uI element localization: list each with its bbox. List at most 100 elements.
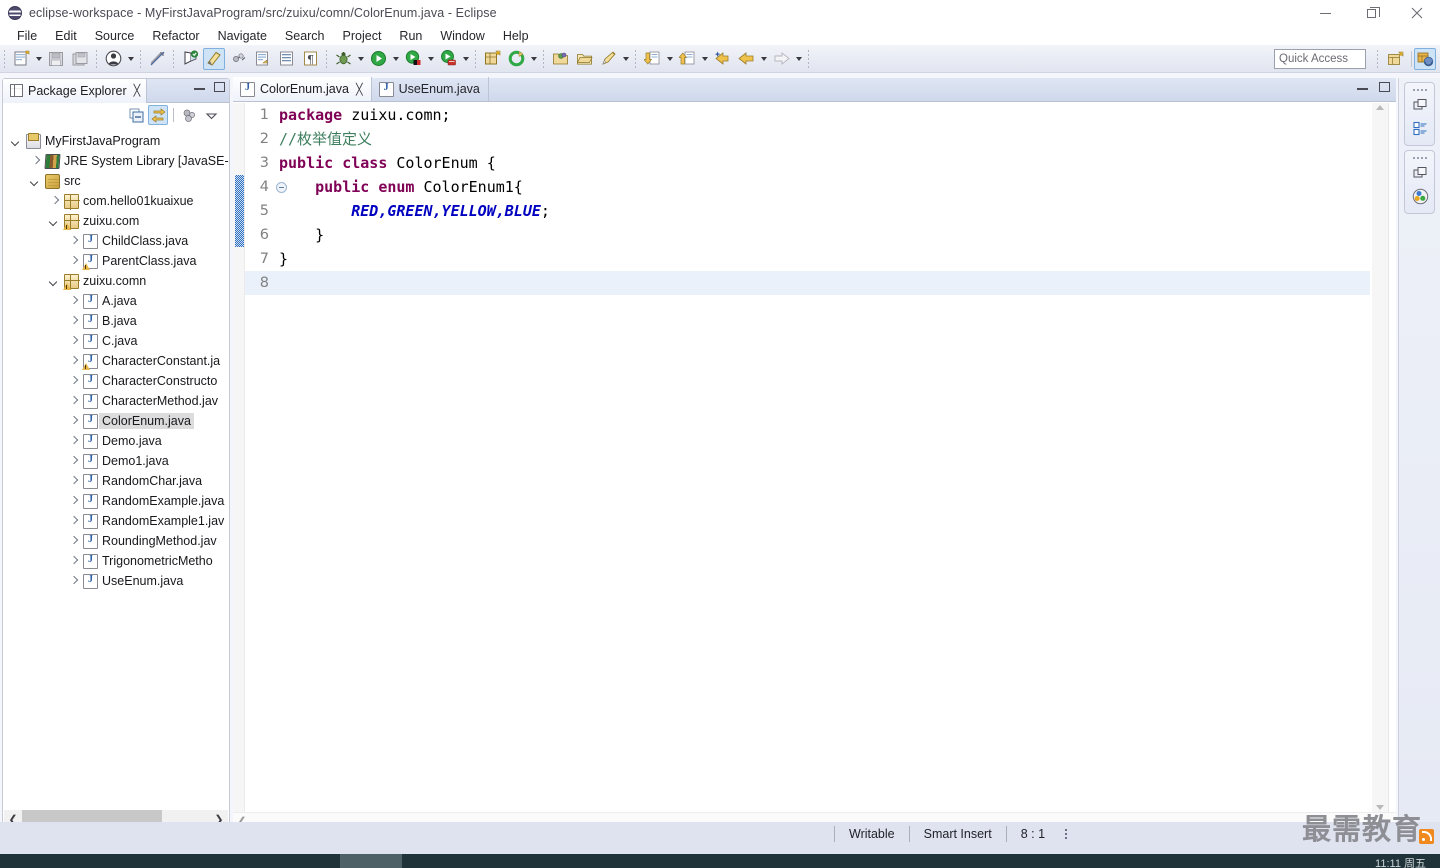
close-button[interactable]: [1394, 0, 1440, 26]
person-icon[interactable]: [102, 48, 124, 70]
scroll-up-icon[interactable]: [1376, 105, 1384, 110]
coverage-dropdown-arrow[interactable]: [425, 48, 436, 70]
view-minimize-icon[interactable]: [194, 82, 205, 91]
previous-annotation-dropdown-arrow[interactable]: [699, 48, 710, 70]
view-close-icon[interactable]: ╳: [134, 84, 141, 97]
open-folder-icon[interactable]: [549, 48, 571, 70]
minimize-button[interactable]: [1302, 0, 1348, 26]
previous-annotation-icon[interactable]: [676, 48, 698, 70]
restore-icon[interactable]: [1405, 162, 1435, 184]
open-folder2-icon[interactable]: [573, 48, 595, 70]
code-line[interactable]: 1 package zuixu.comn;: [245, 103, 1370, 127]
collapse-all-icon[interactable]: [126, 105, 146, 125]
tree-item-b-java[interactable]: B.java: [3, 311, 229, 331]
fold-collapse-icon[interactable]: [276, 181, 287, 193]
pencil-dropdown-arrow[interactable]: [620, 48, 631, 70]
save-all-icon[interactable]: [69, 48, 91, 70]
editor-folding-gutter[interactable]: [233, 103, 245, 812]
code-line[interactable]: 5 RED,GREEN,YELLOW,BLUE;: [245, 199, 1370, 223]
view-menu-icon[interactable]: [201, 105, 221, 125]
tree-item-demo-java[interactable]: Demo.java: [3, 431, 229, 451]
tree-item-jre-system-library-javase-[interactable]: JRE System Library [JavaSE-: [3, 151, 229, 171]
next-annotation-dropdown-arrow[interactable]: [664, 48, 675, 70]
twisty-collapsed-icon[interactable]: [68, 556, 79, 567]
forward-dropdown-arrow[interactable]: [793, 48, 804, 70]
tree-item-zuixu-com[interactable]: zuixu.com: [3, 211, 229, 231]
status-overflow-icon[interactable]: [1059, 826, 1073, 842]
twisty-collapsed-icon[interactable]: [68, 456, 79, 467]
tab-package-explorer[interactable]: Package Explorer ╳: [3, 78, 148, 103]
code-line[interactable]: 8: [245, 271, 1370, 295]
editor-overview-ruler[interactable]: [1388, 103, 1396, 812]
tab-useenum-java[interactable]: UseEnum.java: [372, 77, 489, 101]
tree-item-trigonometricmetho[interactable]: TrigonometricMetho: [3, 551, 229, 571]
editor-vertical-scrollbar[interactable]: [1372, 103, 1388, 812]
editor-maximize-icon[interactable]: [1379, 82, 1390, 92]
pencil-icon[interactable]: [597, 48, 619, 70]
show-whitespace-icon[interactable]: [275, 48, 297, 70]
tree-item-randomexample1-jav[interactable]: RandomExample1.jav: [3, 511, 229, 531]
menu-search[interactable]: Search: [276, 28, 334, 44]
toggle-mark-occurrences-icon[interactable]: [146, 48, 168, 70]
forward-icon[interactable]: [770, 48, 792, 70]
menu-edit[interactable]: Edit: [46, 28, 86, 44]
menu-run[interactable]: Run: [390, 28, 431, 44]
menu-project[interactable]: Project: [334, 28, 391, 44]
twisty-collapsed-icon[interactable]: [68, 476, 79, 487]
twisty-expanded-icon[interactable]: [30, 176, 41, 187]
tree-item-a-java[interactable]: A.java: [3, 291, 229, 311]
twisty-collapsed-icon[interactable]: [30, 156, 41, 167]
taskbar-active-window[interactable]: [340, 854, 402, 868]
outline-view-icon[interactable]: [1405, 117, 1435, 139]
debug-dropdown-arrow[interactable]: [355, 48, 366, 70]
external-tools-icon[interactable]: [437, 48, 459, 70]
java-perspective-icon[interactable]: [1414, 48, 1436, 70]
tree-item-colorenum-java[interactable]: ColorEnum.java: [3, 411, 229, 431]
twisty-collapsed-icon[interactable]: [68, 516, 79, 527]
code-text-area[interactable]: 1 package zuixu.comn; 2 //枚举值定义 3 public clas…: [245, 103, 1370, 812]
menu-window[interactable]: Window: [431, 28, 493, 44]
new-java-class-icon[interactable]: [203, 47, 225, 70]
menu-source[interactable]: Source: [86, 28, 144, 44]
open-type-icon[interactable]: [227, 48, 249, 70]
view-maximize-icon[interactable]: [214, 82, 225, 92]
twisty-expanded-icon[interactable]: [11, 136, 22, 147]
run-icon[interactable]: [367, 48, 389, 70]
twisty-collapsed-icon[interactable]: [68, 576, 79, 587]
next-annotation-icon[interactable]: [641, 48, 663, 70]
external-tools-dropdown-arrow[interactable]: [460, 48, 471, 70]
twisty-collapsed-icon[interactable]: [68, 256, 79, 267]
new-java-project-icon[interactable]: [179, 48, 201, 70]
back-icon[interactable]: [735, 48, 757, 70]
new-wizard-icon[interactable]: [10, 48, 32, 70]
scroll-down-icon[interactable]: [1376, 805, 1384, 810]
tree-item-charactermethod-jav[interactable]: CharacterMethod.jav: [3, 391, 229, 411]
back-dropdown-arrow[interactable]: [758, 48, 769, 70]
twisty-collapsed-icon[interactable]: [68, 376, 79, 387]
code-line[interactable]: 7}: [245, 247, 1370, 271]
menu-help[interactable]: Help: [494, 28, 538, 44]
tab-colorenum-java[interactable]: ColorEnum.java ╳: [233, 77, 372, 101]
twisty-collapsed-icon[interactable]: [68, 296, 79, 307]
tree-item-randomchar-java[interactable]: RandomChar.java: [3, 471, 229, 491]
package-explorer-tree[interactable]: MyFirstJavaProgram JRE System Library [Ja…: [3, 127, 229, 807]
twisty-collapsed-icon[interactable]: [68, 536, 79, 547]
fastview-grip[interactable]: [1405, 86, 1434, 93]
editor-minimize-icon[interactable]: [1357, 82, 1368, 91]
restore-icon[interactable]: [1405, 94, 1435, 116]
tab-close-icon[interactable]: ╳: [356, 83, 363, 96]
coverage-icon[interactable]: [402, 48, 424, 70]
new-dropdown-arrow[interactable]: [33, 48, 44, 70]
code-line[interactable]: 4 public enum ColorEnum1{: [245, 175, 1370, 199]
view-menu-filter-icon[interactable]: [179, 105, 199, 125]
person-dropdown-arrow[interactable]: [125, 48, 136, 70]
twisty-collapsed-icon[interactable]: [49, 196, 60, 207]
maximize-button[interactable]: [1348, 0, 1394, 26]
twisty-collapsed-icon[interactable]: [68, 236, 79, 247]
twisty-collapsed-icon[interactable]: [68, 396, 79, 407]
twisty-collapsed-icon[interactable]: [68, 356, 79, 367]
tree-item-roundingmethod-jav[interactable]: RoundingMethod.jav: [3, 531, 229, 551]
fastview-grip[interactable]: [1405, 154, 1434, 161]
twisty-collapsed-icon[interactable]: [68, 336, 79, 347]
open-task-icon[interactable]: [251, 48, 273, 70]
